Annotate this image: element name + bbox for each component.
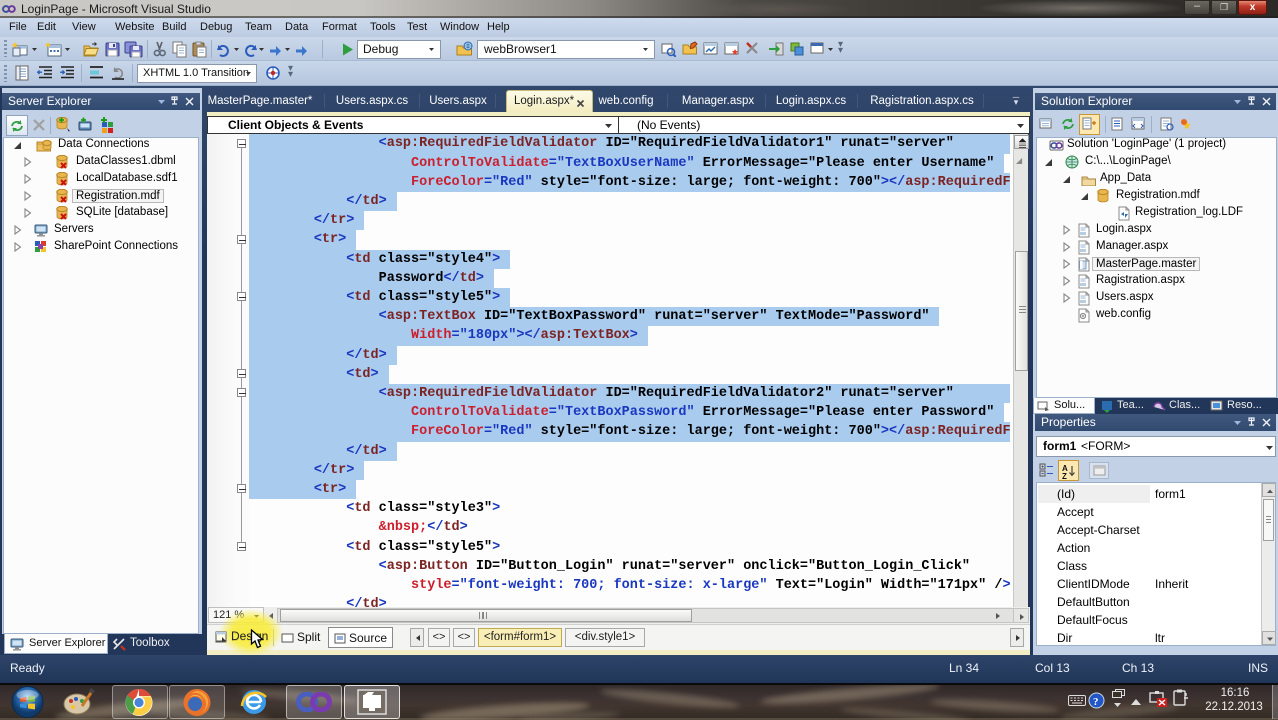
svg-text:?: ? (1093, 696, 1099, 708)
svg-text:Z: Z (1062, 472, 1067, 479)
